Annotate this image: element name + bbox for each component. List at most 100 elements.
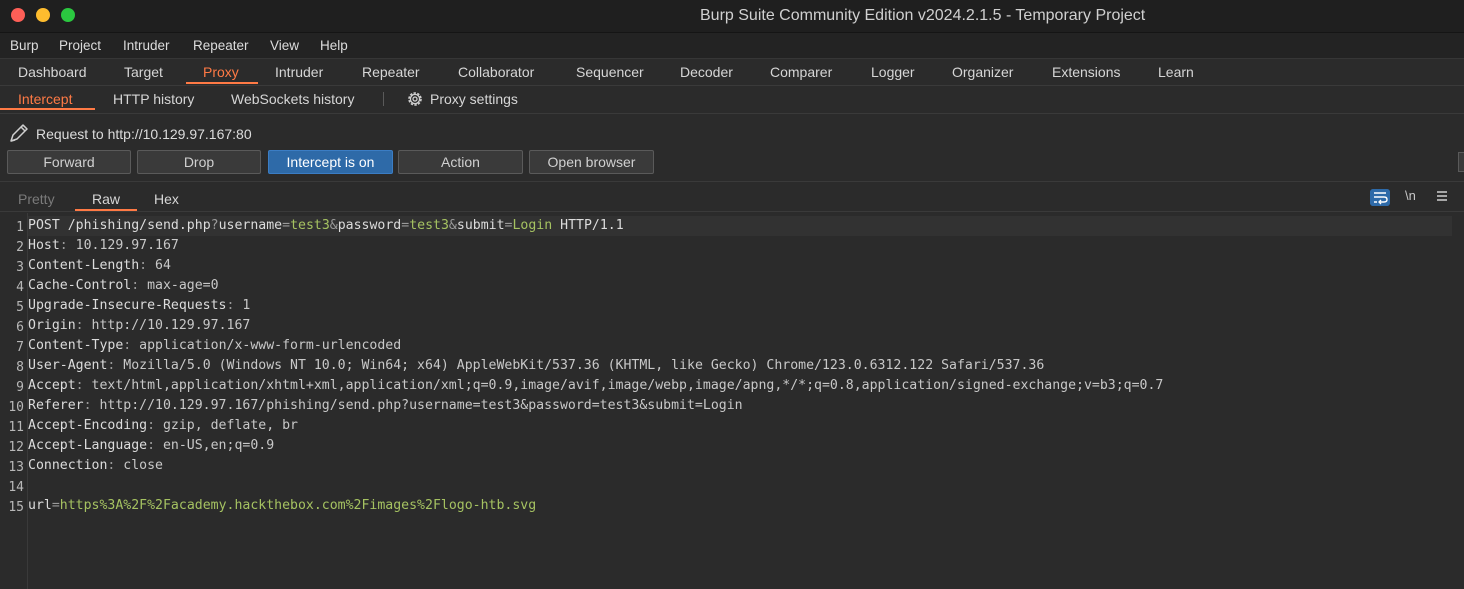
- line-number: 14: [8, 480, 24, 495]
- header-value: http://10.129.97.167: [91, 318, 251, 333]
- show-newlines-toggle[interactable]: \n: [1405, 188, 1416, 203]
- header-line[interactable]: Origin: http://10.129.97.167: [28, 316, 250, 336]
- http-method: POST: [28, 218, 60, 233]
- line-number: 13: [8, 460, 24, 475]
- header-line[interactable]: Accept: text/html,application/xhtml+xml,…: [28, 376, 1163, 396]
- menu-view[interactable]: View: [270, 38, 299, 53]
- proxy-settings-link[interactable]: Proxy settings: [430, 91, 518, 107]
- tab-logger[interactable]: Logger: [871, 64, 915, 80]
- line-number: 3: [16, 260, 24, 275]
- header-name: Origin: [28, 318, 76, 333]
- header-line[interactable]: Content-Length: 64: [28, 256, 171, 276]
- tab-collaborator[interactable]: Collaborator: [458, 64, 534, 80]
- tab-proxy[interactable]: Proxy: [203, 64, 239, 80]
- tab-repeater[interactable]: Repeater: [362, 64, 420, 80]
- param-name: username: [218, 218, 283, 233]
- line-number: 11: [8, 420, 24, 435]
- menu-help[interactable]: Help: [320, 38, 348, 53]
- param-value: test3: [290, 218, 330, 233]
- close-window-button[interactable]: [11, 8, 25, 22]
- proxy-subtab-bar: Intercept HTTP history WebSockets histor…: [0, 86, 1464, 114]
- tab-target[interactable]: Target: [124, 64, 163, 80]
- line-number: 9: [16, 380, 24, 395]
- body-param-name: url: [28, 498, 52, 513]
- header-line[interactable]: Upgrade-Insecure-Requests: 1: [28, 296, 250, 316]
- line-number: 6: [16, 320, 24, 335]
- active-tab-indicator: [186, 82, 258, 84]
- header-value: 10.129.97.167: [75, 238, 179, 253]
- subtab-divider: [383, 92, 384, 106]
- header-name: Content-Length: [28, 258, 140, 273]
- menu-intruder[interactable]: Intruder: [123, 38, 170, 53]
- header-name: Accept: [28, 378, 76, 393]
- body-param-value: https%3A%2F%2Facademy.hackthebox.com%2Fi…: [59, 498, 537, 513]
- header-name: Cache-Control: [28, 278, 132, 293]
- header-name: User-Agent: [28, 358, 108, 373]
- header-line[interactable]: Content-Type: application/x-www-form-url…: [28, 336, 401, 356]
- header-name: Upgrade-Insecure-Requests: [28, 298, 227, 313]
- http-protocol: HTTP/1.1: [560, 218, 624, 233]
- menu-bar: Burp Project Intruder Repeater View Help: [0, 33, 1464, 59]
- param-name: password: [337, 218, 402, 233]
- header-name: Accept-Language: [28, 438, 148, 453]
- menu-repeater[interactable]: Repeater: [193, 38, 249, 53]
- open-browser-button[interactable]: Open browser: [529, 150, 654, 174]
- subtab-websockets-history[interactable]: WebSockets history: [231, 91, 354, 107]
- minimize-window-button[interactable]: [36, 8, 50, 22]
- editor-tab-bar: [0, 181, 1464, 212]
- header-value: max-age=0: [147, 278, 219, 293]
- editor-tab-raw[interactable]: Raw: [92, 191, 120, 207]
- drop-button[interactable]: Drop: [137, 150, 261, 174]
- tab-organizer[interactable]: Organizer: [952, 64, 1013, 80]
- line-number: 7: [16, 340, 24, 355]
- body-line[interactable]: url=https%3A%2F%2Facademy.hackthebox.com…: [28, 496, 536, 516]
- tab-extensions[interactable]: Extensions: [1052, 64, 1120, 80]
- header-line[interactable]: Accept-Language: en-US,en;q=0.9: [28, 436, 274, 456]
- line-number: 1: [16, 220, 24, 235]
- forward-button[interactable]: Forward: [7, 150, 131, 174]
- tab-comparer[interactable]: Comparer: [770, 64, 832, 80]
- hamburger-menu-icon[interactable]: [1434, 187, 1450, 205]
- header-line[interactable]: Cache-Control: max-age=0: [28, 276, 219, 296]
- param-value: Login: [512, 218, 553, 233]
- line-number: 8: [16, 360, 24, 375]
- collapsed-panel-handle[interactable]: [1458, 152, 1464, 172]
- editor-tab-hex[interactable]: Hex: [154, 191, 179, 207]
- title-bar: Burp Suite Community Edition v2024.2.1.5…: [0, 0, 1464, 33]
- gear-icon[interactable]: [406, 90, 424, 108]
- menu-project[interactable]: Project: [59, 38, 101, 53]
- line-number: 2: [16, 240, 24, 255]
- request-editor[interactable]: POST /phishing/send.php?username=test3&p…: [28, 213, 1464, 589]
- header-line[interactable]: Connection: close: [28, 456, 163, 476]
- tab-learn[interactable]: Learn: [1158, 64, 1194, 80]
- header-name: Content-Type: [28, 338, 124, 353]
- maximize-window-button[interactable]: [61, 8, 75, 22]
- word-wrap-icon[interactable]: [1370, 189, 1390, 206]
- header-name: Referer: [28, 398, 84, 413]
- header-line[interactable]: Referer: http://10.129.97.167/phishing/s…: [28, 396, 743, 416]
- header-value: Mozilla/5.0 (Windows NT 10.0; Win64; x64…: [123, 358, 1045, 373]
- header-value: 1: [242, 298, 251, 313]
- tab-intruder[interactable]: Intruder: [275, 64, 323, 80]
- header-line[interactable]: Accept-Encoding: gzip, deflate, br: [28, 416, 298, 436]
- tab-dashboard[interactable]: Dashboard: [18, 64, 87, 80]
- subtab-intercept[interactable]: Intercept: [18, 91, 72, 107]
- action-button[interactable]: Action: [398, 150, 523, 174]
- menu-burp[interactable]: Burp: [10, 38, 39, 53]
- subtab-http-history[interactable]: HTTP history: [113, 91, 194, 107]
- header-line[interactable]: Host: 10.129.97.167: [28, 236, 179, 256]
- header-value: en-US,en;q=0.9: [162, 438, 275, 453]
- editor-tab-pretty[interactable]: Pretty: [18, 191, 55, 207]
- header-value: 64: [155, 258, 171, 273]
- active-subtab-indicator: [0, 108, 95, 110]
- param-value: test3: [409, 218, 449, 233]
- active-editor-tab-indicator: [75, 209, 137, 211]
- tab-decoder[interactable]: Decoder: [680, 64, 733, 80]
- tab-sequencer[interactable]: Sequencer: [576, 64, 644, 80]
- intercept-toggle-button[interactable]: Intercept is on: [268, 150, 393, 174]
- header-name: Host: [28, 238, 60, 253]
- request-line[interactable]: POST /phishing/send.php?username=test3&p…: [28, 216, 1452, 236]
- line-number-gutter: 1 2 3 4 5 6 7 8 9 10 11 12 13 14 15: [0, 213, 28, 589]
- header-line[interactable]: User-Agent: Mozilla/5.0 (Windows NT 10.0…: [28, 356, 1044, 376]
- header-value: close: [123, 458, 163, 473]
